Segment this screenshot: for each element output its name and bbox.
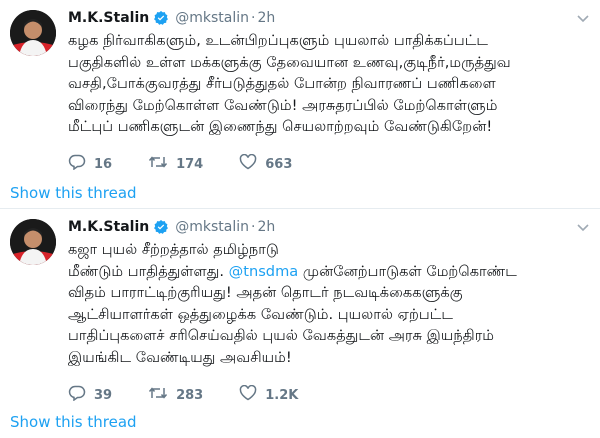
- retweet-count: 174: [176, 156, 204, 172]
- tweet-2[interactable]: M.K.Stalin @mkstalin · 2h கஜா புயல் சீற்…: [0, 208, 600, 438]
- chevron-down-icon[interactable]: [576, 219, 590, 238]
- retweet-button[interactable]: 283: [148, 385, 203, 405]
- avatar[interactable]: [10, 219, 56, 265]
- show-thread-link[interactable]: Show this thread: [10, 413, 137, 431]
- like-button[interactable]: 663: [239, 153, 293, 174]
- reply-count: 39: [94, 387, 113, 403]
- reply-count: 16: [94, 156, 113, 172]
- like-count: 1.2K: [265, 387, 299, 403]
- reply-icon: [68, 154, 94, 174]
- tweet-text: கஜா புயல் சீற்றத்தால் தமிழ்நாடு மீண்டும்…: [68, 239, 590, 368]
- mention-link[interactable]: @tnsdma: [229, 263, 299, 280]
- author-handle[interactable]: @mkstalin: [175, 219, 249, 235]
- retweet-button[interactable]: 174: [148, 154, 203, 174]
- tweet-1[interactable]: M.K.Stalin @mkstalin · 2h கழக நிர்வாகிகள…: [0, 0, 600, 208]
- retweet-count: 283: [176, 387, 204, 403]
- reply-button[interactable]: 16: [68, 154, 112, 174]
- retweet-icon: [148, 385, 176, 405]
- author-name[interactable]: M.K.Stalin: [68, 219, 149, 235]
- separator-dot: ·: [250, 10, 256, 26]
- like-count: 663: [265, 156, 293, 172]
- show-thread-link[interactable]: Show this thread: [10, 184, 137, 202]
- reply-button[interactable]: 39: [68, 385, 112, 405]
- like-icon: [239, 153, 265, 174]
- timestamp[interactable]: 2h: [257, 10, 275, 26]
- verified-badge-icon: [153, 10, 169, 26]
- like-icon: [239, 384, 265, 405]
- author-handle[interactable]: @mkstalin: [175, 10, 249, 26]
- separator-dot: ·: [250, 219, 256, 235]
- timestamp[interactable]: 2h: [257, 219, 275, 235]
- verified-badge-icon: [153, 219, 169, 235]
- retweet-icon: [148, 154, 176, 174]
- avatar[interactable]: [10, 10, 56, 56]
- chevron-down-icon[interactable]: [576, 10, 590, 29]
- like-button[interactable]: 1.2K: [239, 384, 299, 405]
- author-name[interactable]: M.K.Stalin: [68, 10, 149, 26]
- tweet-text: கழக நிர்வாகிகளும், உடன்பிறப்புகளும் புயல…: [68, 32, 511, 135]
- reply-icon: [68, 385, 94, 405]
